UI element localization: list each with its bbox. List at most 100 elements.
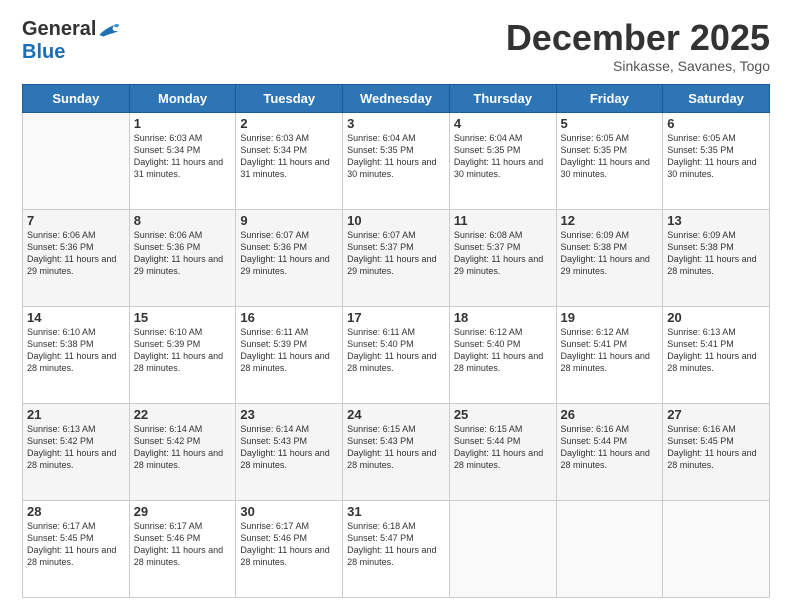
day-info: Sunrise: 6:15 AM Sunset: 5:43 PM Dayligh… <box>347 423 445 472</box>
table-row: 8Sunrise: 6:06 AM Sunset: 5:36 PM Daylig… <box>129 209 236 306</box>
table-row: 6Sunrise: 6:05 AM Sunset: 5:35 PM Daylig… <box>663 112 770 209</box>
day-info: Sunrise: 6:08 AM Sunset: 5:37 PM Dayligh… <box>454 229 552 278</box>
calendar-week-row: 14Sunrise: 6:10 AM Sunset: 5:38 PM Dayli… <box>23 306 770 403</box>
day-number: 14 <box>27 310 125 325</box>
day-number: 11 <box>454 213 552 228</box>
table-row: 28Sunrise: 6:17 AM Sunset: 5:45 PM Dayli… <box>23 500 130 597</box>
day-number: 25 <box>454 407 552 422</box>
day-number: 31 <box>347 504 445 519</box>
day-number: 9 <box>240 213 338 228</box>
day-info: Sunrise: 6:14 AM Sunset: 5:43 PM Dayligh… <box>240 423 338 472</box>
day-info: Sunrise: 6:10 AM Sunset: 5:38 PM Dayligh… <box>27 326 125 375</box>
day-info: Sunrise: 6:17 AM Sunset: 5:46 PM Dayligh… <box>134 520 232 569</box>
day-number: 26 <box>561 407 659 422</box>
day-number: 27 <box>667 407 765 422</box>
day-info: Sunrise: 6:04 AM Sunset: 5:35 PM Dayligh… <box>347 132 445 181</box>
day-number: 5 <box>561 116 659 131</box>
day-info: Sunrise: 6:07 AM Sunset: 5:37 PM Dayligh… <box>347 229 445 278</box>
table-row: 30Sunrise: 6:17 AM Sunset: 5:46 PM Dayli… <box>236 500 343 597</box>
day-number: 13 <box>667 213 765 228</box>
day-number: 28 <box>27 504 125 519</box>
table-row <box>449 500 556 597</box>
table-row: 23Sunrise: 6:14 AM Sunset: 5:43 PM Dayli… <box>236 403 343 500</box>
col-sunday: Sunday <box>23 84 130 112</box>
table-row <box>556 500 663 597</box>
day-number: 6 <box>667 116 765 131</box>
day-info: Sunrise: 6:12 AM Sunset: 5:41 PM Dayligh… <box>561 326 659 375</box>
col-tuesday: Tuesday <box>236 84 343 112</box>
table-row: 7Sunrise: 6:06 AM Sunset: 5:36 PM Daylig… <box>23 209 130 306</box>
table-row: 20Sunrise: 6:13 AM Sunset: 5:41 PM Dayli… <box>663 306 770 403</box>
calendar-week-row: 21Sunrise: 6:13 AM Sunset: 5:42 PM Dayli… <box>23 403 770 500</box>
table-row: 21Sunrise: 6:13 AM Sunset: 5:42 PM Dayli… <box>23 403 130 500</box>
day-info: Sunrise: 6:17 AM Sunset: 5:45 PM Dayligh… <box>27 520 125 569</box>
table-row: 4Sunrise: 6:04 AM Sunset: 5:35 PM Daylig… <box>449 112 556 209</box>
calendar-body: 1Sunrise: 6:03 AM Sunset: 5:34 PM Daylig… <box>23 112 770 597</box>
day-info: Sunrise: 6:04 AM Sunset: 5:35 PM Dayligh… <box>454 132 552 181</box>
day-number: 23 <box>240 407 338 422</box>
table-row: 9Sunrise: 6:07 AM Sunset: 5:36 PM Daylig… <box>236 209 343 306</box>
table-row: 12Sunrise: 6:09 AM Sunset: 5:38 PM Dayli… <box>556 209 663 306</box>
day-number: 24 <box>347 407 445 422</box>
table-row: 3Sunrise: 6:04 AM Sunset: 5:35 PM Daylig… <box>343 112 450 209</box>
col-monday: Monday <box>129 84 236 112</box>
table-row: 26Sunrise: 6:16 AM Sunset: 5:44 PM Dayli… <box>556 403 663 500</box>
table-row: 13Sunrise: 6:09 AM Sunset: 5:38 PM Dayli… <box>663 209 770 306</box>
day-number: 15 <box>134 310 232 325</box>
logo-bird-icon <box>98 21 120 39</box>
location: Sinkasse, Savanes, Togo <box>506 58 770 74</box>
day-info: Sunrise: 6:06 AM Sunset: 5:36 PM Dayligh… <box>134 229 232 278</box>
day-info: Sunrise: 6:16 AM Sunset: 5:45 PM Dayligh… <box>667 423 765 472</box>
table-row: 24Sunrise: 6:15 AM Sunset: 5:43 PM Dayli… <box>343 403 450 500</box>
day-info: Sunrise: 6:09 AM Sunset: 5:38 PM Dayligh… <box>561 229 659 278</box>
day-number: 21 <box>27 407 125 422</box>
table-row: 5Sunrise: 6:05 AM Sunset: 5:35 PM Daylig… <box>556 112 663 209</box>
day-number: 7 <box>27 213 125 228</box>
col-saturday: Saturday <box>663 84 770 112</box>
table-row <box>23 112 130 209</box>
calendar-week-row: 7 Sunrise: 6:06 AM Sunset: 5:36 PM Daylig… <box>23 209 770 306</box>
day-info: Sunrise: 6:15 AM Sunset: 5:44 PM Dayligh… <box>454 423 552 472</box>
table-row: 1Sunrise: 6:03 AM Sunset: 5:34 PM Daylig… <box>129 112 236 209</box>
day-number: 29 <box>134 504 232 519</box>
table-row: 2Sunrise: 6:03 AM Sunset: 5:34 PM Daylig… <box>236 112 343 209</box>
day-info: Sunrise: 6:16 AM Sunset: 5:44 PM Dayligh… <box>561 423 659 472</box>
day-info: Sunrise: 6:17 AM Sunset: 5:46 PM Dayligh… <box>240 520 338 569</box>
title-area: December 2025 Sinkasse, Savanes, Togo <box>506 18 770 74</box>
day-info: Sunrise: 6:13 AM Sunset: 5:41 PM Dayligh… <box>667 326 765 375</box>
day-number: 8 <box>134 213 232 228</box>
day-info: Sunrise: 6:13 AM Sunset: 5:42 PM Dayligh… <box>27 423 125 472</box>
header: General Blue December 2025 Sinkasse, Sav… <box>22 18 770 74</box>
day-number: 3 <box>347 116 445 131</box>
table-row: 31Sunrise: 6:18 AM Sunset: 5:47 PM Dayli… <box>343 500 450 597</box>
calendar-week-row: 28Sunrise: 6:17 AM Sunset: 5:45 PM Dayli… <box>23 500 770 597</box>
day-number: 17 <box>347 310 445 325</box>
table-row: 27Sunrise: 6:16 AM Sunset: 5:45 PM Dayli… <box>663 403 770 500</box>
day-info: Sunrise: 6:03 AM Sunset: 5:34 PM Dayligh… <box>134 132 232 181</box>
table-row: 11Sunrise: 6:08 AM Sunset: 5:37 PM Dayli… <box>449 209 556 306</box>
day-number: 1 <box>134 116 232 131</box>
day-number: 20 <box>667 310 765 325</box>
logo-blue-text: Blue <box>22 41 65 64</box>
day-info: Sunrise: 6:07 AM Sunset: 5:36 PM Dayligh… <box>240 229 338 278</box>
table-row: 14Sunrise: 6:10 AM Sunset: 5:38 PM Dayli… <box>23 306 130 403</box>
day-number: 16 <box>240 310 338 325</box>
table-row <box>663 500 770 597</box>
table-row: 16Sunrise: 6:11 AM Sunset: 5:39 PM Dayli… <box>236 306 343 403</box>
day-info: Sunrise: 6:14 AM Sunset: 5:42 PM Dayligh… <box>134 423 232 472</box>
day-info: Sunrise: 6:11 AM Sunset: 5:40 PM Dayligh… <box>347 326 445 375</box>
day-number: 22 <box>134 407 232 422</box>
table-row: 19Sunrise: 6:12 AM Sunset: 5:41 PM Dayli… <box>556 306 663 403</box>
calendar-week-row: 1Sunrise: 6:03 AM Sunset: 5:34 PM Daylig… <box>23 112 770 209</box>
calendar-header-row: Sunday Monday Tuesday Wednesday Thursday… <box>23 84 770 112</box>
day-info: Sunrise: 6:11 AM Sunset: 5:39 PM Dayligh… <box>240 326 338 375</box>
page: General Blue December 2025 Sinkasse, Sav… <box>0 0 792 612</box>
day-info: Sunrise: 6:10 AM Sunset: 5:39 PM Dayligh… <box>134 326 232 375</box>
calendar-table: Sunday Monday Tuesday Wednesday Thursday… <box>22 84 770 598</box>
col-wednesday: Wednesday <box>343 84 450 112</box>
day-number: 4 <box>454 116 552 131</box>
day-number: 30 <box>240 504 338 519</box>
table-row: 15Sunrise: 6:10 AM Sunset: 5:39 PM Dayli… <box>129 306 236 403</box>
table-row: 10Sunrise: 6:07 AM Sunset: 5:37 PM Dayli… <box>343 209 450 306</box>
day-info: Sunrise: 6:05 AM Sunset: 5:35 PM Dayligh… <box>667 132 765 181</box>
